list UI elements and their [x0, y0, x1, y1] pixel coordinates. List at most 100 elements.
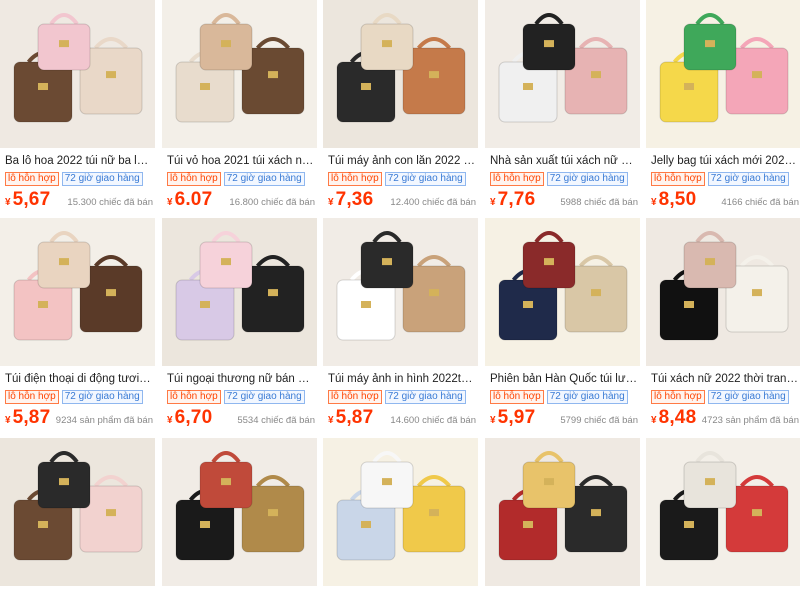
- product-card[interactable]: [323, 438, 478, 593]
- bag-shape: [498, 279, 558, 341]
- bag-clasp: [591, 71, 601, 79]
- bag-shape: [659, 61, 719, 123]
- product-title[interactable]: Túi vỏ hoa 2021 túi xách nữ đe...: [167, 154, 315, 168]
- product-card[interactable]: [646, 438, 800, 593]
- shipping-badge: 72 giờ giao hàng: [546, 390, 628, 404]
- bag-clasp: [752, 289, 762, 297]
- product-title[interactable]: Túi điện thoại di động tươi mát ...: [5, 372, 153, 386]
- sold-count: 15.300 chiếc đã bán: [67, 197, 153, 208]
- product-card[interactable]: Jelly bag túi xách mới 2023 túi... lô hỗn…: [646, 0, 800, 212]
- price-value: 5,87: [335, 407, 374, 428]
- sold-count: 5534 chiếc đã bán: [237, 415, 315, 426]
- product-image[interactable]: [0, 438, 155, 586]
- product-title[interactable]: Nhà sản xuất túi xách nữ Quản...: [490, 154, 638, 168]
- bag-clasp: [106, 289, 116, 297]
- product-image[interactable]: [323, 438, 478, 586]
- bag-clasp: [429, 289, 439, 297]
- shipping-badge: 72 giờ giao hàng: [384, 172, 466, 186]
- product-image[interactable]: [646, 0, 800, 148]
- sold-count: 5988 chiếc đã bán: [560, 197, 638, 208]
- bag-clasp: [544, 40, 554, 48]
- shipping-badge: 72 giờ giao hàng: [61, 390, 143, 404]
- bag-clasp: [221, 40, 231, 48]
- product-image[interactable]: [162, 218, 317, 366]
- product-card[interactable]: Túi điện thoại di động tươi mát ... lô hỗ…: [0, 218, 155, 430]
- currency-symbol: ¥: [328, 415, 334, 426]
- bag-clasp: [268, 71, 278, 79]
- shipping-badge: 72 giờ giao hàng: [384, 390, 466, 404]
- shipping-badge: 72 giờ giao hàng: [223, 390, 305, 404]
- bag-shape: [498, 499, 558, 561]
- mixed-batch-badge: lô hỗn hợp: [5, 390, 59, 404]
- shipping-badge: 72 giờ giao hàng: [707, 390, 789, 404]
- product-image[interactable]: [485, 0, 640, 148]
- product-card[interactable]: Túi xách nữ 2022 thời trang ng... lô hỗn …: [646, 218, 800, 430]
- product-title[interactable]: Jelly bag túi xách mới 2023 túi...: [651, 154, 799, 168]
- mixed-batch-badge: lô hỗn hợp: [490, 172, 544, 186]
- product-image[interactable]: [162, 438, 317, 586]
- product-card[interactable]: [162, 438, 317, 593]
- price-value: 8,48: [658, 407, 697, 428]
- bag-clasp: [591, 289, 601, 297]
- mixed-batch-badge: lô hỗn hợp: [328, 390, 382, 404]
- product-grid: Ba lô hoa 2022 túi nữ ba lô thời... lô hỗ…: [0, 0, 800, 593]
- bag-clasp: [705, 40, 715, 48]
- shipping-badge: 72 giờ giao hàng: [223, 172, 305, 186]
- sold-count: 16.800 chiếc đã bán: [229, 197, 315, 208]
- bag-clasp: [221, 258, 231, 266]
- product-price: ¥5,97: [490, 407, 535, 429]
- price-value: 5,97: [497, 407, 536, 428]
- currency-symbol: ¥: [490, 415, 496, 426]
- product-image[interactable]: [646, 218, 800, 366]
- product-card[interactable]: [485, 438, 640, 593]
- bag-clasp: [59, 40, 69, 48]
- product-title[interactable]: Túi máy ảnh con lăn 2022 túi n...: [328, 154, 476, 168]
- product-price: ¥5,87: [5, 407, 50, 429]
- product-tags: lô hỗn hợp 72 giờ giao hàng: [5, 172, 143, 186]
- bag-shape: [659, 279, 719, 341]
- bag-clasp: [361, 521, 371, 528]
- bag-clasp: [200, 301, 210, 308]
- product-image[interactable]: [0, 218, 155, 366]
- product-card[interactable]: Túi ngoại thương nữ bán buôn t... lô hỗn …: [162, 218, 317, 430]
- product-image[interactable]: [323, 218, 478, 366]
- bag-clasp: [268, 509, 278, 517]
- bag-clasp: [106, 509, 116, 517]
- bag-shape: [13, 279, 73, 341]
- product-card[interactable]: Nhà sản xuất túi xách nữ Quản... lô hỗn h…: [485, 0, 640, 212]
- product-title[interactable]: Ba lô hoa 2022 túi nữ ba lô thời...: [5, 154, 153, 168]
- mixed-batch-badge: lô hỗn hợp: [5, 172, 59, 186]
- bag-clasp: [38, 301, 48, 308]
- product-card[interactable]: [0, 438, 155, 593]
- product-image[interactable]: [485, 438, 640, 586]
- sold-count: 5799 chiếc đã bán: [560, 415, 638, 426]
- product-image[interactable]: [0, 0, 155, 148]
- product-price: ¥7,36: [328, 189, 373, 211]
- product-image[interactable]: [323, 0, 478, 148]
- bag-clasp: [59, 478, 69, 486]
- price-value: 6,70: [174, 407, 213, 428]
- product-image[interactable]: [162, 0, 317, 148]
- product-card[interactable]: Túi máy ảnh con lăn 2022 túi n... lô hỗn …: [323, 0, 478, 212]
- bag-clasp: [684, 301, 694, 308]
- product-title[interactable]: Túi ngoại thương nữ bán buôn t...: [167, 372, 315, 386]
- product-tags: lô hỗn hợp 72 giờ giao hàng: [5, 390, 143, 404]
- product-image[interactable]: [646, 438, 800, 586]
- product-card[interactable]: Túi máy ảnh in hình 2022túi nữ... lô hỗn …: [323, 218, 478, 430]
- product-card[interactable]: Ba lô hoa 2022 túi nữ ba lô thời... lô hỗ…: [0, 0, 155, 212]
- bag-clasp: [684, 83, 694, 90]
- product-image[interactable]: [485, 218, 640, 366]
- product-tags: lô hỗn hợp 72 giờ giao hàng: [167, 390, 305, 404]
- shipping-badge: 72 giờ giao hàng: [61, 172, 143, 186]
- product-tags: lô hỗn hợp 72 giờ giao hàng: [651, 172, 789, 186]
- product-title[interactable]: Túi xách nữ 2022 thời trang ng...: [651, 372, 799, 386]
- product-card[interactable]: Phiên bản Hàn Quốc túi lưới đỏ ... lô hỗn…: [485, 218, 640, 430]
- product-tags: lô hỗn hợp 72 giờ giao hàng: [651, 390, 789, 404]
- product-title[interactable]: Túi máy ảnh in hình 2022túi nữ...: [328, 372, 476, 386]
- product-title[interactable]: Phiên bản Hàn Quốc túi lưới đỏ ...: [490, 372, 638, 386]
- mixed-batch-badge: lô hỗn hợp: [651, 172, 705, 186]
- product-card[interactable]: Túi vỏ hoa 2021 túi xách nữ đe... lô hỗn …: [162, 0, 317, 212]
- product-price: ¥8,50: [651, 189, 696, 211]
- currency-symbol: ¥: [5, 415, 11, 426]
- bag-clasp: [268, 289, 278, 297]
